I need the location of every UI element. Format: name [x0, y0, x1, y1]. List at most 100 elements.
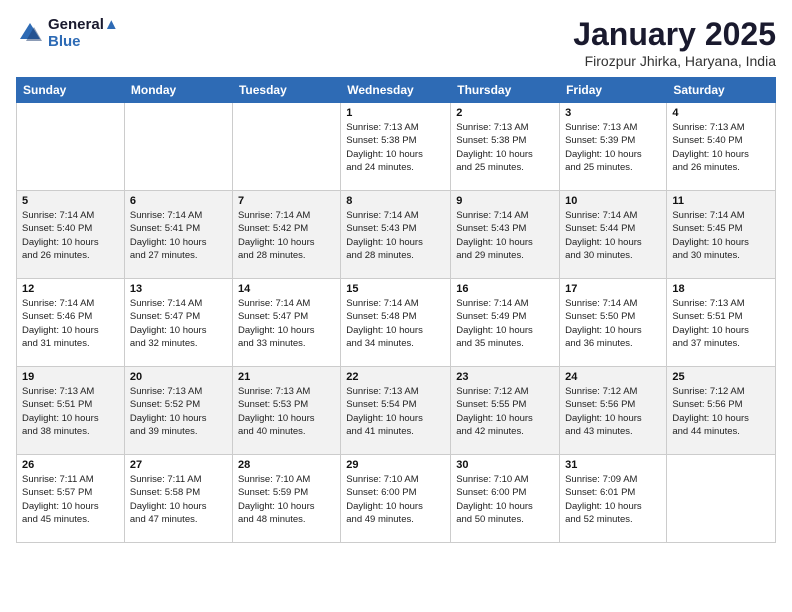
day-info: Sunrise: 7:10 AMSunset: 6:00 PMDaylight:… — [346, 473, 445, 526]
day-number: 25 — [672, 371, 770, 383]
day-number: 7 — [238, 195, 335, 207]
day-info: Sunrise: 7:14 AMSunset: 5:50 PMDaylight:… — [565, 297, 661, 350]
calendar-cell: 23 Sunrise: 7:12 AMSunset: 5:55 PMDayligh… — [451, 367, 560, 455]
day-number: 27 — [130, 459, 227, 471]
col-header-sunday: Sunday — [17, 78, 125, 103]
day-number: 26 — [22, 459, 119, 471]
calendar-week-5: 26Sunrise: 7:11 AMSunset: 5:57 PMDayligh… — [17, 455, 776, 543]
day-number: 10 — [565, 195, 661, 207]
title-block: January 2025 Firozpur Jhirka, Haryana, I… — [573, 16, 776, 69]
calendar-cell: 5Sunrise: 7:14 AMSunset: 5:40 PMDaylight… — [17, 191, 125, 279]
day-number: 17 — [565, 283, 661, 295]
calendar-cell — [232, 103, 340, 191]
calendar-cell: 29 Sunrise: 7:10 AMSunset: 6:00 PMDayligh… — [341, 455, 451, 543]
calendar-week-4: 19 Sunrise: 7:13 AMSunset: 5:51 PMDayligh… — [17, 367, 776, 455]
day-info: Sunrise: 7:14 AMSunset: 5:42 PMDaylight:… — [238, 209, 335, 262]
calendar-cell: 6 Sunrise: 7:14 AMSunset: 5:41 PMDaylight… — [124, 191, 232, 279]
day-number: 23 — [456, 371, 554, 383]
day-info: Sunrise: 7:14 AMSunset: 5:41 PMDaylight:… — [130, 209, 227, 262]
logo: General▲ Blue — [16, 16, 119, 50]
day-number: 24 — [565, 371, 661, 383]
col-header-thursday: Thursday — [451, 78, 560, 103]
day-number: 29 — [346, 459, 445, 471]
day-number: 4 — [672, 107, 770, 119]
calendar-cell: 30Sunrise: 7:10 AMSunset: 6:00 PMDayligh… — [451, 455, 560, 543]
calendar-week-1: 1 Sunrise: 7:13 AMSunset: 5:38 PMDaylight… — [17, 103, 776, 191]
calendar-cell — [17, 103, 125, 191]
day-number: 20 — [130, 371, 227, 383]
day-info: Sunrise: 7:14 AMSunset: 5:46 PMDaylight:… — [22, 297, 119, 350]
calendar-cell: 12 Sunrise: 7:14 AMSunset: 5:46 PMDayligh… — [17, 279, 125, 367]
day-info: Sunrise: 7:13 AMSunset: 5:39 PMDaylight:… — [565, 121, 661, 174]
day-info: Sunrise: 7:14 AMSunset: 5:44 PMDaylight:… — [565, 209, 661, 262]
calendar-cell: 24 Sunrise: 7:12 AMSunset: 5:56 PMDayligh… — [560, 367, 667, 455]
calendar-cell: 27 Sunrise: 7:11 AMSunset: 5:58 PMDayligh… — [124, 455, 232, 543]
day-number: 8 — [346, 195, 445, 207]
calendar-cell: 14 Sunrise: 7:14 AMSunset: 5:47 PMDayligh… — [232, 279, 340, 367]
calendar-cell: 15 Sunrise: 7:14 AMSunset: 5:48 PMDayligh… — [341, 279, 451, 367]
calendar-cell: 22Sunrise: 7:13 AMSunset: 5:54 PMDayligh… — [341, 367, 451, 455]
calendar-cell: 1 Sunrise: 7:13 AMSunset: 5:38 PMDaylight… — [341, 103, 451, 191]
day-number: 30 — [456, 459, 554, 471]
day-number: 12 — [22, 283, 119, 295]
day-number: 6 — [130, 195, 227, 207]
day-info: Sunrise: 7:14 AMSunset: 5:43 PMDaylight:… — [346, 209, 445, 262]
day-info: Sunrise: 7:14 AMSunset: 5:47 PMDaylight:… — [238, 297, 335, 350]
day-number: 16 — [456, 283, 554, 295]
day-number: 15 — [346, 283, 445, 295]
calendar-cell: 9Sunrise: 7:14 AMSunset: 5:43 PMDaylight… — [451, 191, 560, 279]
day-number: 11 — [672, 195, 770, 207]
calendar-body: 1 Sunrise: 7:13 AMSunset: 5:38 PMDaylight… — [17, 103, 776, 543]
day-info: Sunrise: 7:12 AMSunset: 5:56 PMDaylight:… — [565, 385, 661, 438]
day-number: 19 — [22, 371, 119, 383]
page-header: General▲ Blue January 2025 Firozpur Jhir… — [16, 16, 776, 69]
calendar-cell: 10 Sunrise: 7:14 AMSunset: 5:44 PMDayligh… — [560, 191, 667, 279]
day-info: Sunrise: 7:14 AMSunset: 5:48 PMDaylight:… — [346, 297, 445, 350]
location: Firozpur Jhirka, Haryana, India — [573, 53, 776, 69]
day-number: 9 — [456, 195, 554, 207]
day-number: 1 — [346, 107, 445, 119]
logo-icon — [16, 19, 44, 47]
calendar-cell — [124, 103, 232, 191]
calendar-cell: 20 Sunrise: 7:13 AMSunset: 5:52 PMDayligh… — [124, 367, 232, 455]
col-header-tuesday: Tuesday — [232, 78, 340, 103]
calendar-cell: 25 Sunrise: 7:12 AMSunset: 5:56 PMDayligh… — [667, 367, 776, 455]
day-info: Sunrise: 7:13 AMSunset: 5:53 PMDaylight:… — [238, 385, 335, 438]
day-info: Sunrise: 7:13 AMSunset: 5:51 PMDaylight:… — [22, 385, 119, 438]
day-info: Sunrise: 7:13 AMSunset: 5:38 PMDaylight:… — [346, 121, 445, 174]
col-header-friday: Friday — [560, 78, 667, 103]
calendar-cell: 19 Sunrise: 7:13 AMSunset: 5:51 PMDayligh… — [17, 367, 125, 455]
calendar-cell: 13Sunrise: 7:14 AMSunset: 5:47 PMDayligh… — [124, 279, 232, 367]
calendar-cell: 16 Sunrise: 7:14 AMSunset: 5:49 PMDayligh… — [451, 279, 560, 367]
calendar-week-2: 5Sunrise: 7:14 AMSunset: 5:40 PMDaylight… — [17, 191, 776, 279]
calendar-cell: 28 Sunrise: 7:10 AMSunset: 5:59 PMDayligh… — [232, 455, 340, 543]
day-info: Sunrise: 7:12 AMSunset: 5:55 PMDaylight:… — [456, 385, 554, 438]
col-header-monday: Monday — [124, 78, 232, 103]
day-number: 14 — [238, 283, 335, 295]
calendar-table: SundayMondayTuesdayWednesdayThursdayFrid… — [16, 77, 776, 543]
day-info: Sunrise: 7:11 AMSunset: 5:58 PMDaylight:… — [130, 473, 227, 526]
day-number: 21 — [238, 371, 335, 383]
calendar-cell: 18Sunrise: 7:13 AMSunset: 5:51 PMDayligh… — [667, 279, 776, 367]
day-info: Sunrise: 7:13 AMSunset: 5:52 PMDaylight:… — [130, 385, 227, 438]
day-number: 2 — [456, 107, 554, 119]
day-info: Sunrise: 7:13 AMSunset: 5:40 PMDaylight:… — [672, 121, 770, 174]
day-number: 5 — [22, 195, 119, 207]
day-info: Sunrise: 7:13 AMSunset: 5:38 PMDaylight:… — [456, 121, 554, 174]
calendar-cell: 21 Sunrise: 7:13 AMSunset: 5:53 PMDayligh… — [232, 367, 340, 455]
calendar-cell: 4 Sunrise: 7:13 AMSunset: 5:40 PMDaylight… — [667, 103, 776, 191]
day-info: Sunrise: 7:14 AMSunset: 5:49 PMDaylight:… — [456, 297, 554, 350]
day-number: 3 — [565, 107, 661, 119]
day-number: 13 — [130, 283, 227, 295]
day-info: Sunrise: 7:14 AMSunset: 5:45 PMDaylight:… — [672, 209, 770, 262]
calendar-cell: 31Sunrise: 7:09 AMSunset: 6:01 PMDayligh… — [560, 455, 667, 543]
day-info: Sunrise: 7:10 AMSunset: 5:59 PMDaylight:… — [238, 473, 335, 526]
calendar-cell: 8 Sunrise: 7:14 AMSunset: 5:43 PMDaylight… — [341, 191, 451, 279]
col-header-saturday: Saturday — [667, 78, 776, 103]
logo-text: General▲ Blue — [48, 16, 119, 50]
day-number: 28 — [238, 459, 335, 471]
day-info: Sunrise: 7:13 AMSunset: 5:51 PMDaylight:… — [672, 297, 770, 350]
day-info: Sunrise: 7:13 AMSunset: 5:54 PMDaylight:… — [346, 385, 445, 438]
day-info: Sunrise: 7:12 AMSunset: 5:56 PMDaylight:… — [672, 385, 770, 438]
day-number: 31 — [565, 459, 661, 471]
